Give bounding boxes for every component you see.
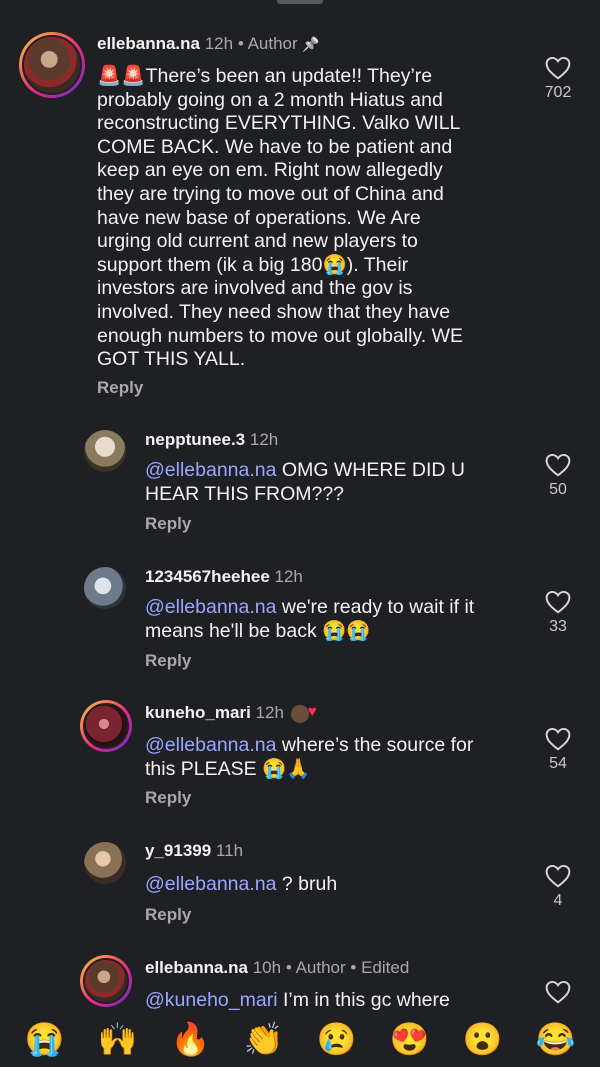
emoji-fire-button[interactable]: 🔥 bbox=[171, 1023, 211, 1055]
comment-meta: ellebanna.na 10h • Author • Edited bbox=[145, 958, 409, 978]
comment-meta: kuneho_mari 12h bbox=[145, 703, 317, 723]
edited-tag: • Edited bbox=[350, 958, 410, 977]
reply-button[interactable]: Reply bbox=[145, 514, 191, 534]
author-tag: • Author bbox=[237, 34, 298, 53]
text-line: have new base of operations. We Are bbox=[97, 206, 421, 229]
heart-badge-icon bbox=[290, 703, 317, 723]
avatar[interactable] bbox=[19, 32, 85, 98]
like-button[interactable] bbox=[528, 980, 588, 1004]
like-count: 54 bbox=[549, 755, 567, 772]
timestamp: 12h bbox=[249, 430, 279, 449]
emoji-clapping-button[interactable]: 👏 bbox=[244, 1023, 284, 1055]
text-line: ? bruh bbox=[276, 873, 338, 895]
username[interactable]: y_91399 bbox=[145, 841, 211, 860]
text-line: where’s the source for bbox=[276, 734, 474, 756]
heart-icon[interactable] bbox=[545, 864, 571, 888]
emoji-surprised-button[interactable]: 😮 bbox=[463, 1023, 503, 1055]
reply-button[interactable]: Reply bbox=[145, 651, 191, 671]
emoji-laughing-button[interactable]: 😂 bbox=[536, 1023, 576, 1055]
like-count: 702 bbox=[544, 84, 572, 101]
comment-meta: y_91399 11h bbox=[145, 841, 243, 861]
comment-meta: ellebanna.na 12h • Author 📌 bbox=[97, 34, 320, 54]
text-line: enough numbers to move out globally. WE bbox=[97, 324, 464, 347]
heart-icon[interactable] bbox=[545, 727, 571, 751]
timestamp: 12h bbox=[274, 567, 303, 586]
emoji-heart-eyes-button[interactable]: 😍 bbox=[390, 1023, 430, 1055]
timestamp: 11h bbox=[215, 841, 244, 860]
text-line: I’m in this gc where bbox=[277, 989, 450, 1011]
drag-handle[interactable] bbox=[277, 0, 323, 4]
username[interactable]: nepptunee.3 bbox=[145, 430, 245, 449]
comment-meta: 1234567heehee 12h bbox=[145, 567, 303, 587]
mention-link[interactable]: @ellebanna.na bbox=[145, 459, 276, 481]
pin-icon: 📌 bbox=[302, 36, 320, 52]
emoji-reaction-bar: 😭 🙌 🔥 👏 😢 😍 😮 😂 bbox=[0, 1011, 600, 1067]
text-line: reconstructing EVERYTHING. Valko WILL bbox=[97, 112, 461, 135]
avatar[interactable] bbox=[84, 842, 126, 884]
like-count: 4 bbox=[553, 892, 563, 909]
text-line: COME BACK. We have to be patient and bbox=[97, 135, 453, 158]
text-line: OMG WHERE DID U bbox=[276, 459, 465, 481]
username[interactable]: 1234567heehee bbox=[145, 567, 270, 586]
timestamp: 12h bbox=[255, 703, 284, 722]
heart-icon[interactable] bbox=[545, 590, 571, 614]
avatar[interactable] bbox=[84, 430, 126, 472]
comment-text: @ellebanna.na ? bruh bbox=[145, 873, 525, 897]
like-button[interactable]: 50 bbox=[528, 453, 588, 499]
like-button[interactable]: 4 bbox=[528, 864, 588, 910]
emoji-crying-button[interactable]: 😢 bbox=[317, 1023, 357, 1055]
mention-link[interactable]: @ellebanna.na bbox=[145, 873, 276, 895]
text-line: they are trying to move out of China and bbox=[97, 182, 444, 205]
comment-text: @kuneho_mari I’m in this gc where bbox=[145, 989, 525, 1011]
text-line: urging old current and new players to bbox=[97, 230, 418, 253]
like-count: 33 bbox=[549, 618, 567, 635]
text-line: HEAR THIS FROM??? bbox=[145, 482, 345, 505]
text-line: GOT THIS YALL. bbox=[97, 348, 246, 371]
comment-text: @ellebanna.na where’s the source for thi… bbox=[145, 734, 525, 781]
reply-button[interactable]: Reply bbox=[145, 905, 191, 925]
timestamp: 10h bbox=[252, 958, 282, 977]
heart-icon[interactable] bbox=[545, 453, 571, 477]
avatar[interactable] bbox=[84, 567, 126, 609]
text-line: means he'll be back 😭😭 bbox=[145, 619, 371, 642]
author-tag: • Author bbox=[285, 958, 346, 977]
text-line: involved. They need show that they have bbox=[97, 300, 451, 323]
heart-icon[interactable] bbox=[545, 56, 571, 80]
like-button[interactable]: 33 bbox=[528, 590, 588, 636]
emoji-raising-hands-button[interactable]: 🙌 bbox=[98, 1023, 138, 1055]
mention-link[interactable]: @ellebanna.na bbox=[145, 596, 276, 618]
like-button[interactable]: 54 bbox=[528, 727, 588, 773]
comment-text: 🚨🚨There’s been an update!! They’re proba… bbox=[97, 65, 537, 372]
avatar[interactable] bbox=[80, 955, 132, 1007]
text-line: we're ready to wait if it bbox=[276, 596, 475, 618]
like-button[interactable]: 702 bbox=[528, 56, 588, 102]
text-line: investors are involved and the gov is bbox=[97, 277, 413, 300]
reply-button[interactable]: Reply bbox=[145, 788, 191, 808]
comment-text: @ellebanna.na we're ready to wait if it … bbox=[145, 596, 525, 643]
reply-button[interactable]: Reply bbox=[97, 378, 143, 398]
mention-link[interactable]: @kuneho_mari bbox=[145, 989, 278, 1011]
text-line: 🚨🚨There’s been an update!! They’re bbox=[97, 65, 433, 87]
text-line: support them (ik a big 180😭). Their bbox=[97, 253, 409, 276]
emoji-loudly-crying-button[interactable]: 😭 bbox=[25, 1023, 65, 1055]
text-line: probably going on a 2 month Hiatus and bbox=[97, 88, 443, 111]
mention-link[interactable]: @ellebanna.na bbox=[145, 734, 276, 756]
comment-text: @ellebanna.na OMG WHERE DID U HEAR THIS … bbox=[145, 459, 525, 506]
avatar[interactable] bbox=[80, 700, 132, 752]
username[interactable]: kuneho_mari bbox=[145, 703, 251, 722]
comment-meta: nepptunee.3 12h bbox=[145, 430, 278, 450]
username[interactable]: ellebanna.na bbox=[145, 958, 248, 977]
timestamp: 12h bbox=[204, 34, 234, 53]
text-line: keep an eye on em. Right now allegedly bbox=[97, 159, 443, 182]
like-count: 50 bbox=[549, 481, 567, 498]
username[interactable]: ellebanna.na bbox=[97, 34, 200, 53]
heart-icon[interactable] bbox=[545, 980, 571, 1004]
text-line: this PLEASE 😭🙏 bbox=[145, 757, 311, 780]
